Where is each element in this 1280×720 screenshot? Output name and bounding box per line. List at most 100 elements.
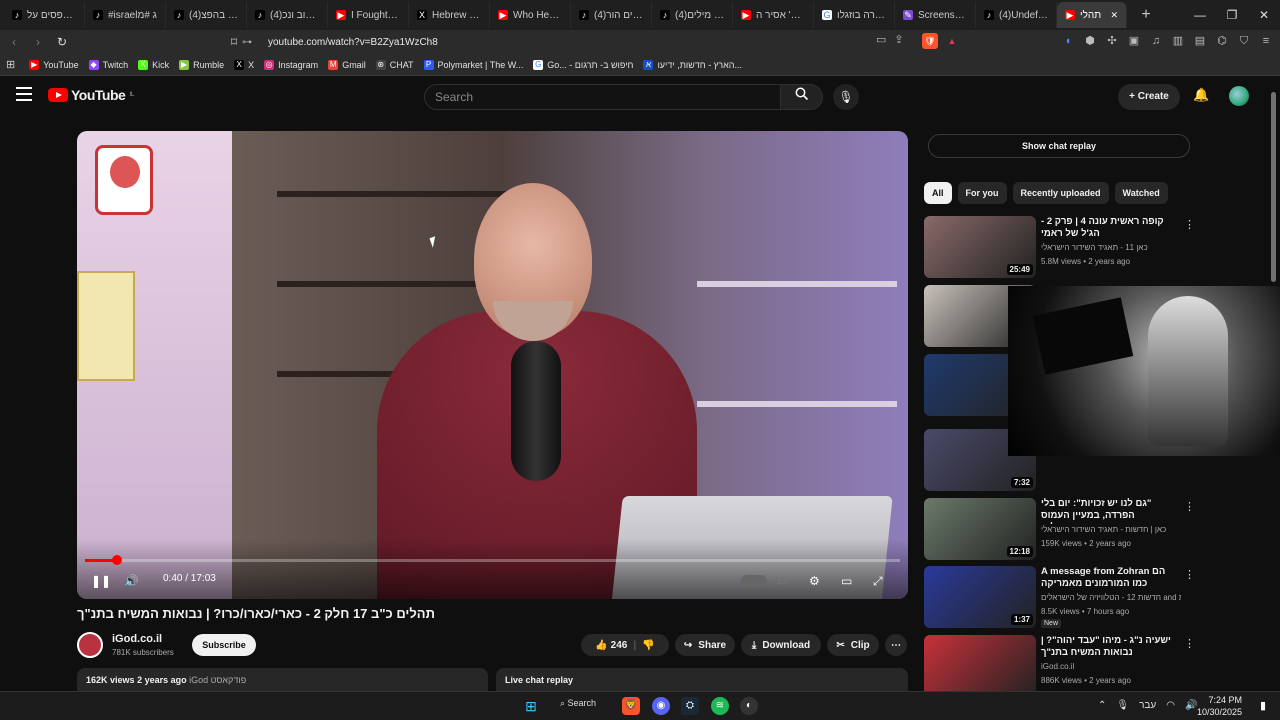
screenshot-extension-icon[interactable]: ▣ <box>1126 33 1142 49</box>
spotify-icon[interactable]: ≋ <box>711 697 729 715</box>
browser-tab[interactable]: ♪ (4)כידי גוב ונכ <box>247 2 328 28</box>
browser-tab[interactable]: ▶ פרופ' אסיר ה <box>733 2 814 28</box>
scrollbar-thumb[interactable] <box>1271 92 1276 282</box>
recommended-title[interactable]: קופה ראשית עונה 4 | פרק 2 - הג'ל של ראמי <box>1041 216 1176 240</box>
brave-shields-icon[interactable]: 🛡 <box>922 33 938 49</box>
mic-tray-icon[interactable]: 🎙 <box>1116 700 1129 711</box>
keyboard-language[interactable]: עבר <box>1139 700 1156 711</box>
bookmark-item[interactable]: P Polymarket | The W... <box>423 59 523 70</box>
subtitles-icon[interactable]: ▭ <box>777 571 788 591</box>
bookmark-item[interactable]: ▶ Rumble <box>179 59 224 70</box>
filter-chip[interactable]: For you <box>957 182 1007 204</box>
search-input[interactable]: Search <box>424 84 781 110</box>
bookmark-item[interactable]: G Go... - חיפוש ב- תרגום <box>533 59 633 70</box>
more-options-icon[interactable]: ⋮ <box>1184 218 1195 231</box>
notifications-icon[interactable]: ▮ <box>1254 697 1272 715</box>
search-button[interactable] <box>781 84 823 110</box>
progress-bar[interactable] <box>85 555 900 565</box>
speaker-icon[interactable]: 🔊 <box>1185 700 1197 711</box>
close-window-button[interactable]: ✕ <box>1248 0 1280 30</box>
theater-mode-icon[interactable]: ▭ <box>841 571 852 591</box>
windows-start-icon[interactable]: ⊞ <box>522 697 540 715</box>
vpn-extension-icon[interactable]: ⬢ <box>1082 33 1098 49</box>
taskbar-search[interactable]: ⌕ Search <box>560 698 596 709</box>
browser-tab[interactable]: ✎ Screenshot by <box>895 2 976 28</box>
bookmark-item[interactable]: ◎ Instagram <box>264 59 318 70</box>
more-options-icon[interactable]: ⋮ <box>1184 568 1195 581</box>
url-field[interactable]: ⊶ youtube.com/watch?v=B2Zya1WzCh8 <box>242 31 967 53</box>
bookmark-item[interactable]: ◆ Twitch <box>88 59 128 70</box>
bookmark-item[interactable]: K Kick <box>138 59 169 70</box>
download-button[interactable]: ⤓ Download <box>741 634 821 656</box>
more-options-icon[interactable]: ⋮ <box>1184 500 1195 513</box>
extensions-icon[interactable]: ✣ <box>1104 33 1120 49</box>
recommended-channel[interactable]: כאן | חדשות - תאגיד השידור הישראלי <box>1041 525 1181 534</box>
recommended-title[interactable]: "גם לנו יש זכויות": יום בלי הפרדה, במעיי… <box>1041 498 1176 524</box>
wifi-icon[interactable]: ◠ <box>1166 700 1175 711</box>
hamburger-menu-icon[interactable] <box>16 87 32 101</box>
filter-chip[interactable]: Recently uploaded <box>1012 182 1109 204</box>
video-thumbnail[interactable]: 1:37 <box>924 566 1036 628</box>
notifications-bell-icon[interactable]: 🔔 <box>1193 87 1209 103</box>
forward-icon[interactable]: › <box>28 35 48 49</box>
browser-tab[interactable]: ♪ (4)Undefeate <box>976 2 1057 28</box>
pause-icon[interactable]: ❚❚ <box>91 571 111 591</box>
browser-tab[interactable]: ♪ (4)אין מילים <box>652 2 733 28</box>
bookmark-item[interactable]: M Gmail <box>328 59 366 70</box>
filter-chip[interactable]: All <box>924 182 952 204</box>
video-thumbnail[interactable]: 12:18 <box>924 498 1036 560</box>
browser-tab[interactable]: ♪ (4)אסון בהפצ <box>166 2 247 28</box>
channel-name[interactable]: iGod.co.il <box>112 633 162 645</box>
close-tab-icon[interactable]: ✕ <box>1110 10 1118 21</box>
app-icon[interactable]: ◐ <box>740 697 758 715</box>
autoplay-toggle[interactable] <box>741 575 767 587</box>
recommended-video[interactable]: 12:18 "גם לנו יש זכויות": יום בלי הפרדה, … <box>924 498 1195 560</box>
browser-tab[interactable]: ▶ I Fought Scan <box>328 2 409 28</box>
discord-icon[interactable]: ◉ <box>652 697 670 715</box>
like-button[interactable]: 👍 246 <box>595 640 627 651</box>
steam-icon[interactable]: ⛭ <box>681 697 699 715</box>
fullscreen-icon[interactable]: ⤢ <box>873 571 883 591</box>
brave-vpn-icon[interactable]: ⛉ <box>1236 33 1252 49</box>
restore-button[interactable]: ❐ <box>1216 0 1248 30</box>
browser-tab[interactable]: ▶ Who Here Is <box>490 2 571 28</box>
browser-tab[interactable]: ♪ #israelג #מ <box>85 2 166 28</box>
site-info-icon[interactable]: ⊶ <box>242 37 258 48</box>
recommended-channel[interactable]: חדשות 12 - הטלוויזיה של הישראלים and הנה… <box>1041 593 1181 602</box>
back-icon[interactable]: ‹ <box>4 35 24 49</box>
browser-tab[interactable]: ♪ (4)חרדים הור <box>571 2 652 28</box>
minimize-button[interactable]: — <box>1184 0 1216 30</box>
bookmark-page-icon[interactable]: ⌑ <box>224 35 244 49</box>
browser-tab[interactable]: X Hebrew Goy <box>409 2 490 28</box>
create-button[interactable]: + Create <box>1118 84 1180 110</box>
settings-gear-icon[interactable]: ⚙ <box>809 571 820 591</box>
browser-tab[interactable]: ▶ תהלי ✕ <box>1057 2 1127 28</box>
channel-tag[interactable]: iGod פודקאסט <box>189 675 246 685</box>
wallet-icon[interactable]: ▤ <box>1192 33 1208 49</box>
recommended-video[interactable]: 25:49 קופה ראשית עונה 4 | פרק 2 - הג'ל של… <box>924 216 1195 278</box>
sidebar-toggle-icon[interactable]: ▥ <box>1170 33 1186 49</box>
recommended-channel[interactable]: iGod.co.il <box>1041 662 1181 671</box>
brave-browser-icon[interactable]: 🦁 <box>622 697 640 715</box>
recommended-video[interactable]: ישעיה נ"ג - מיהו "עבד יהוה"? | נבואות המ… <box>924 635 1195 697</box>
video-thumbnail[interactable] <box>924 635 1036 697</box>
menu-icon[interactable]: ≡ <box>1258 33 1274 49</box>
tray-overflow-icon[interactable]: ⌃ <box>1098 700 1106 711</box>
bookmark-item[interactable]: א הארץ - חדשות, ידיעו... <box>643 59 742 70</box>
clock[interactable]: 7:24 PM 10/30/2025 <box>1197 694 1242 718</box>
brave-rewards-icon[interactable]: ▲ <box>944 33 960 49</box>
page-scrollbar[interactable] <box>1270 86 1277 682</box>
show-chat-replay-button[interactable]: Show chat replay <box>928 134 1190 158</box>
account-avatar[interactable] <box>1229 86 1249 106</box>
recommended-title[interactable]: ישעיה נ"ג - מיהו "עבד יהוה"? | נבואות המ… <box>1041 635 1176 659</box>
volume-icon[interactable]: 🔊 <box>124 571 139 591</box>
scrubber-handle[interactable] <box>111 555 122 565</box>
bookmark-item[interactable]: ▶ YouTube <box>29 59 79 70</box>
recommended-channel[interactable]: כאן 11 - תאגיד השידור הישראלי <box>1041 243 1181 252</box>
video-player[interactable]: ❚❚ 🔊 0:40 / 17:03 ▭ ⚙ ▭ ⤢ <box>77 131 908 599</box>
new-tab-button[interactable]: + <box>1135 6 1157 24</box>
clip-button[interactable]: ✂ Clip <box>827 634 879 656</box>
bookmark-item[interactable]: XX <box>234 59 254 70</box>
subscribe-button[interactable]: Subscribe <box>192 634 256 656</box>
more-options-icon[interactable]: ⋮ <box>1184 637 1195 650</box>
